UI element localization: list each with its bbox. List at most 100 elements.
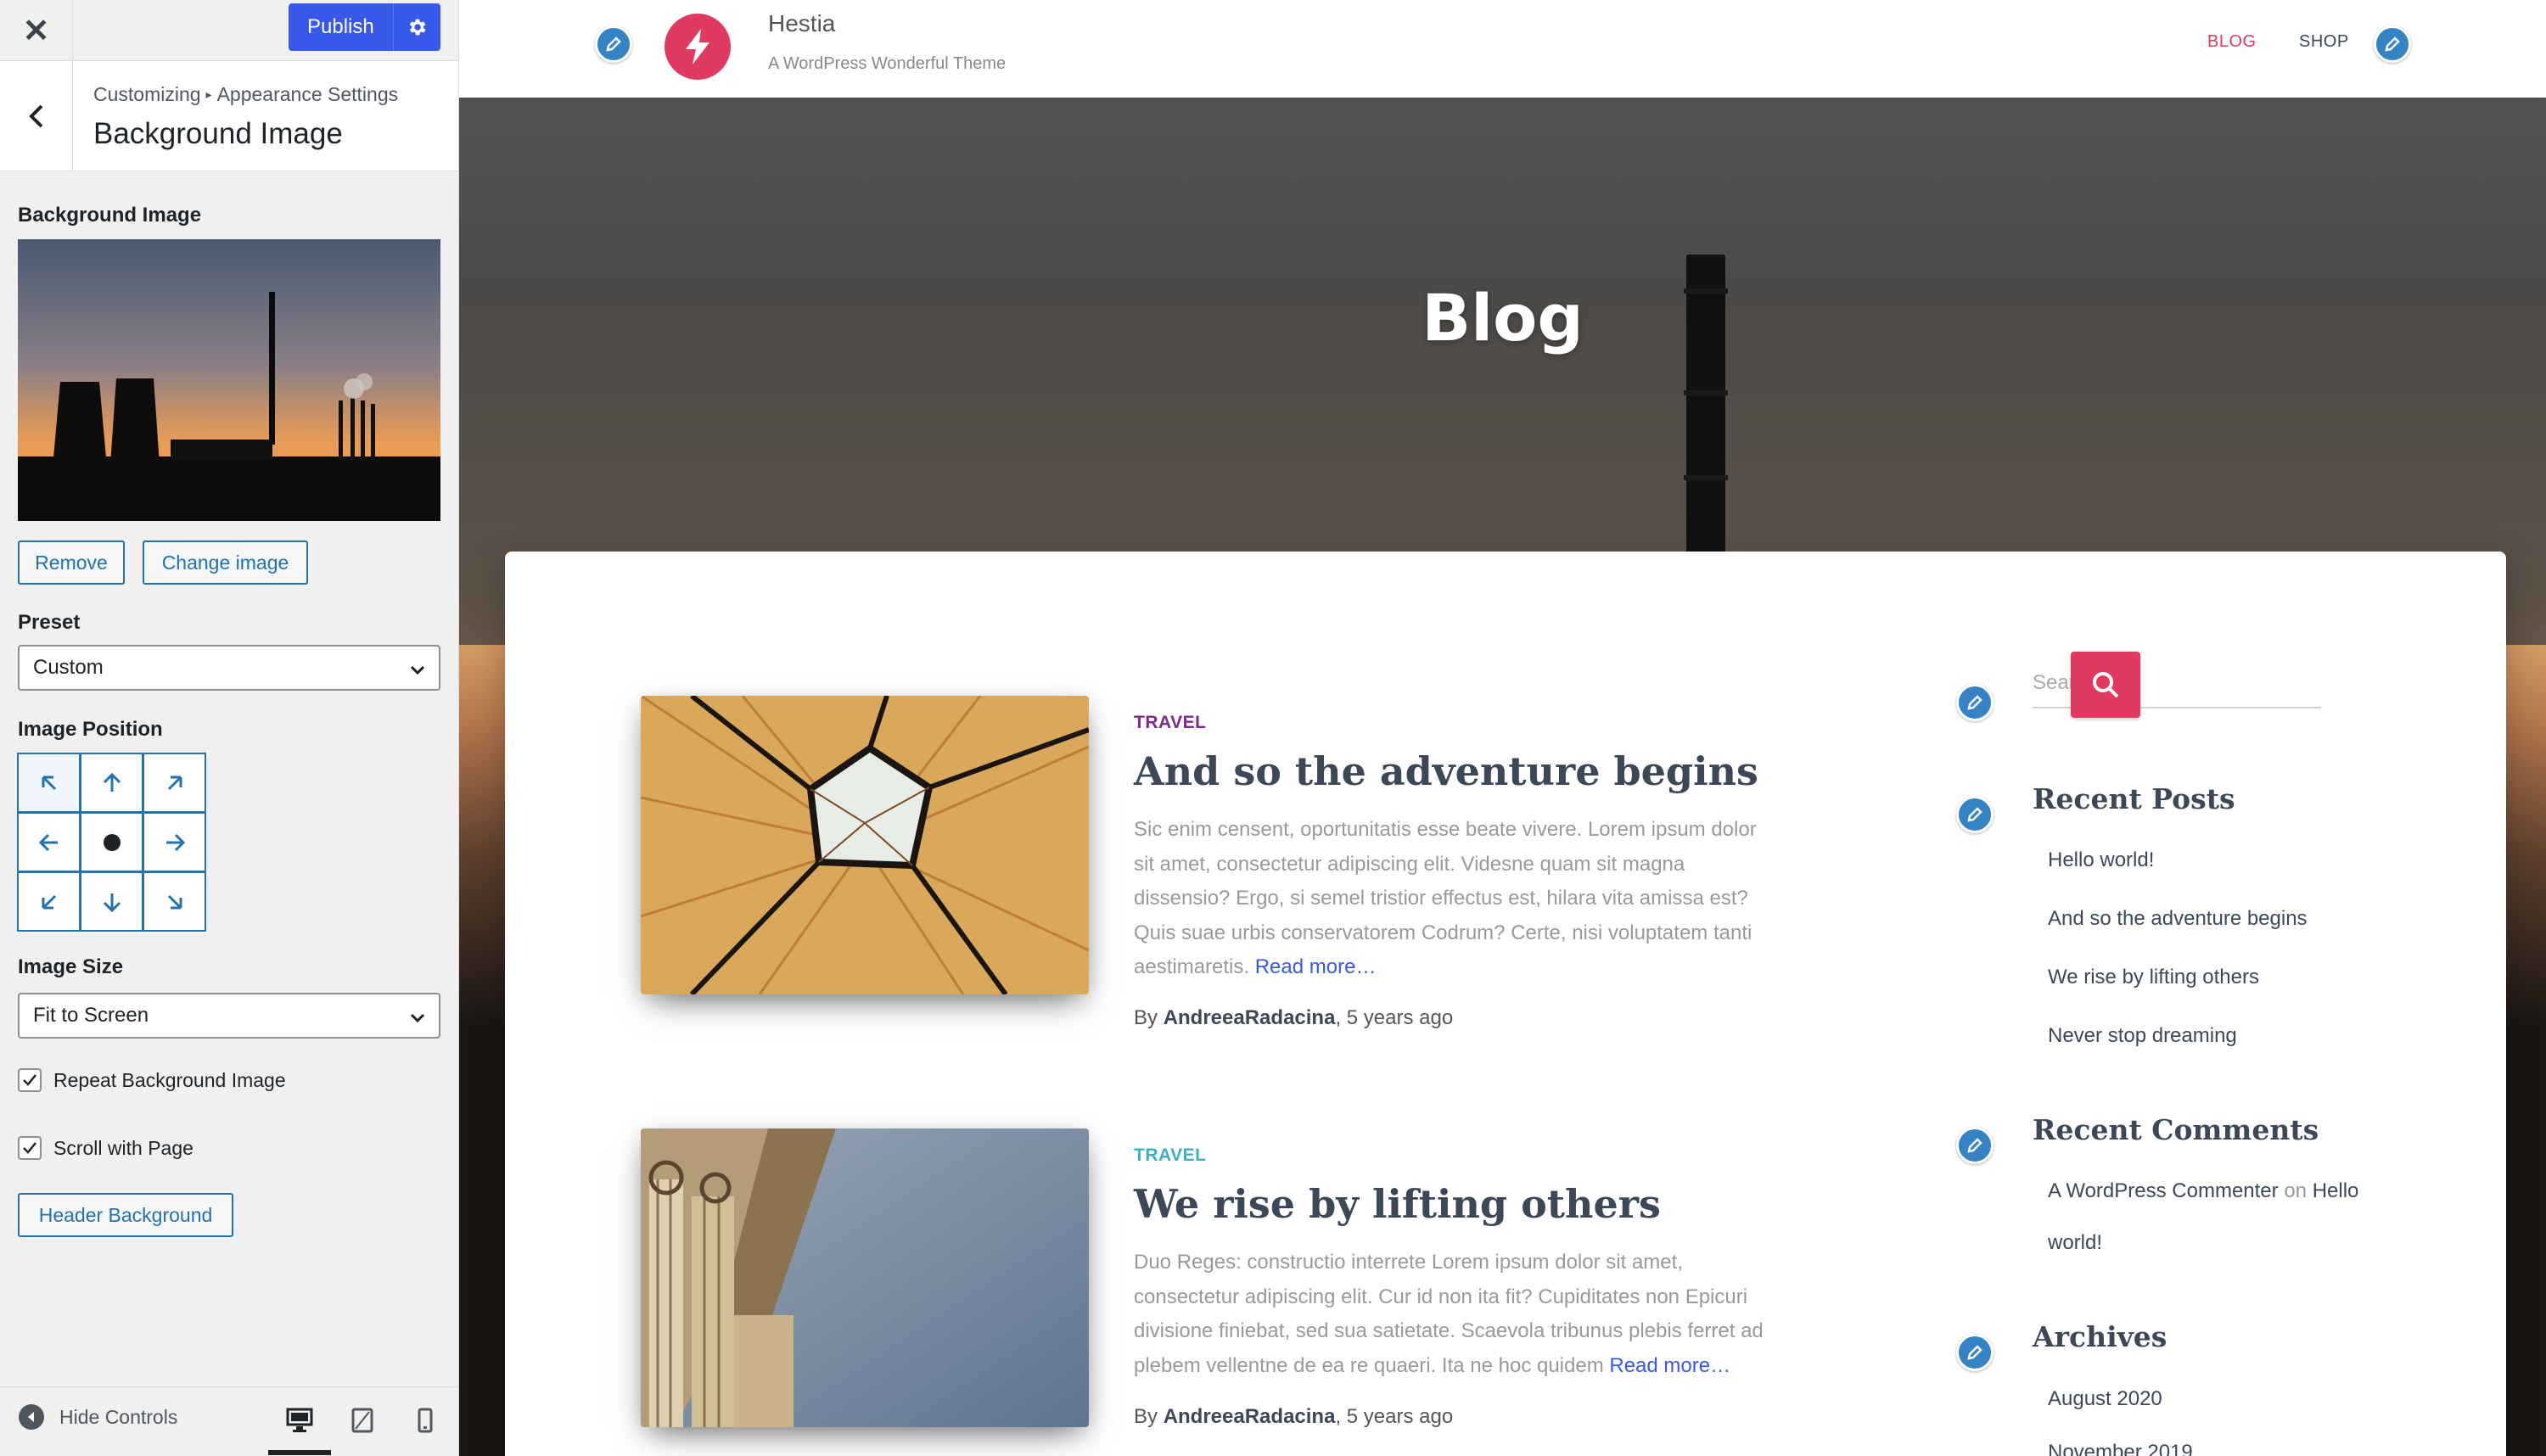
post-date: , 5 years ago bbox=[1335, 1405, 1454, 1428]
site-logo[interactable] bbox=[665, 14, 731, 80]
post-excerpt: Sic enim censent, oportunitatis esse bea… bbox=[1134, 813, 1779, 985]
preset-value: Custom bbox=[33, 656, 104, 679]
image-size-select[interactable]: Fit to Screen bbox=[18, 993, 440, 1039]
section-header: Customizing ▸ Appearance Settings Backgrou… bbox=[0, 61, 458, 171]
site-navbar: Hestia A WordPress Wonderful Theme BLOG … bbox=[459, 0, 2546, 98]
recent-post-link[interactable]: Hello world! bbox=[2048, 848, 2154, 872]
recent-post-link[interactable]: Never stop dreaming bbox=[2048, 1024, 2237, 1048]
pencil-icon bbox=[1967, 807, 1982, 822]
background-image-picture bbox=[18, 239, 440, 521]
arrow-up-icon bbox=[103, 772, 121, 792]
read-more-link[interactable]: Read more… bbox=[1255, 955, 1377, 978]
collapse-arrow-icon bbox=[19, 1404, 44, 1430]
position-top-right[interactable] bbox=[143, 753, 206, 813]
archives-title: Archives bbox=[2033, 1320, 2167, 1353]
preset-select[interactable]: Custom bbox=[18, 645, 440, 691]
repeat-background-toggle[interactable]: Repeat Background Image bbox=[18, 1068, 286, 1092]
change-image-button[interactable]: Change image bbox=[143, 540, 308, 585]
edit-shortcut-recent-posts[interactable] bbox=[1956, 796, 1994, 833]
breadcrumb-root: Customizing bbox=[93, 83, 201, 105]
post-author[interactable]: AndreeaRadacina bbox=[1164, 1006, 1336, 1029]
byline-prefix: By bbox=[1134, 1006, 1158, 1029]
post-thumbnail[interactable] bbox=[641, 696, 1089, 994]
position-center-right[interactable] bbox=[143, 812, 206, 872]
post-category[interactable]: TRAVEL bbox=[1134, 1145, 1206, 1166]
search-icon bbox=[2093, 672, 2119, 698]
comment-post-link[interactable]: Hello bbox=[2313, 1179, 2359, 1202]
comment-author-link[interactable]: A WordPress Commenter bbox=[2048, 1179, 2279, 1202]
nav-link-blog[interactable]: BLOG bbox=[2207, 32, 2257, 52]
recent-posts-title: Recent Posts bbox=[2033, 782, 2235, 815]
post-title[interactable]: And so the adventure begins bbox=[1134, 748, 1758, 794]
excerpt-line: sit amet, consectetur adipiscing elit. V… bbox=[1134, 852, 1685, 876]
image-position-label: Image Position bbox=[18, 718, 163, 741]
desktop-icon bbox=[286, 1408, 313, 1432]
pencil-icon bbox=[1967, 1138, 1982, 1153]
arrow-down-icon bbox=[103, 893, 121, 912]
post-byline: By AndreeaRadacina, 5 years ago bbox=[1134, 1405, 1453, 1429]
post-byline: By AndreeaRadacina, 5 years ago bbox=[1134, 1006, 1453, 1030]
publish-settings-button[interactable] bbox=[392, 3, 440, 51]
customizer-sidebar: ✕ Publish Customizing ▸ Appearance Setting… bbox=[0, 0, 459, 1456]
position-center-left[interactable] bbox=[17, 812, 81, 872]
customizer-header: ✕ Publish bbox=[0, 0, 458, 61]
post-author[interactable]: AndreeaRadacina bbox=[1164, 1405, 1336, 1428]
site-title[interactable]: Hestia bbox=[768, 10, 835, 37]
recent-post-link[interactable]: And so the adventure begins bbox=[2048, 907, 2308, 931]
background-image-thumbnail[interactable] bbox=[18, 239, 440, 521]
edit-shortcut-menu[interactable] bbox=[2374, 25, 2411, 63]
post-thumbnail[interactable] bbox=[641, 1128, 1089, 1427]
checkmark-icon bbox=[23, 1142, 36, 1154]
breadcrumb-section: Appearance Settings bbox=[216, 83, 399, 105]
position-bottom-right[interactable] bbox=[143, 871, 206, 932]
header-background-button[interactable]: Header Background bbox=[18, 1193, 233, 1237]
post-excerpt: Duo Reges: constructio interrete Lorem i… bbox=[1134, 1246, 1779, 1383]
archive-link[interactable]: November 2019 bbox=[2048, 1441, 2193, 1456]
position-center[interactable] bbox=[80, 812, 143, 872]
pencil-icon bbox=[1967, 1345, 1982, 1360]
search-widget: Search … bbox=[1997, 649, 2343, 715]
mobile-icon bbox=[418, 1408, 433, 1433]
position-bottom-left[interactable] bbox=[17, 871, 81, 932]
edit-shortcut-search[interactable] bbox=[1956, 684, 1994, 721]
comment-post-link-cont[interactable]: world! bbox=[2048, 1231, 2102, 1255]
publish-group: Publish bbox=[289, 3, 440, 51]
device-desktop-button[interactable] bbox=[268, 1403, 331, 1455]
archive-link[interactable]: August 2020 bbox=[2048, 1387, 2162, 1411]
close-customizer-button[interactable]: ✕ bbox=[0, 0, 73, 61]
position-top-left[interactable] bbox=[17, 753, 81, 813]
device-mobile-button[interactable] bbox=[394, 1403, 457, 1455]
post-category[interactable]: TRAVEL bbox=[1134, 713, 1206, 733]
tablet-icon bbox=[351, 1408, 373, 1433]
excerpt-line: Duo Reges: constructio interrete Lorem i… bbox=[1134, 1251, 1683, 1274]
scroll-checkbox[interactable] bbox=[18, 1136, 42, 1160]
pencil-icon bbox=[2385, 36, 2400, 52]
repeat-checkbox[interactable] bbox=[18, 1068, 42, 1092]
search-button[interactable] bbox=[2071, 652, 2140, 718]
edit-shortcut-recent-comments[interactable] bbox=[1956, 1127, 1994, 1164]
arrow-down-right-icon bbox=[167, 894, 182, 909]
edit-shortcut-archives[interactable] bbox=[1956, 1334, 1994, 1371]
repeat-label: Repeat Background Image bbox=[53, 1068, 286, 1091]
excerpt-line: consectetur adipiscing elit. Cur id non … bbox=[1134, 1285, 1748, 1308]
scroll-with-page-toggle[interactable]: Scroll with Page bbox=[18, 1136, 193, 1160]
pencil-icon bbox=[1967, 695, 1982, 710]
publish-button[interactable]: Publish bbox=[289, 3, 393, 51]
edit-shortcut-logo[interactable] bbox=[595, 25, 632, 63]
position-bottom-center[interactable] bbox=[80, 871, 143, 932]
chevron-down-icon bbox=[410, 665, 425, 675]
excerpt-line: Sic enim censent, oportunitatis esse bea… bbox=[1134, 818, 1757, 841]
excerpt-line: Quis suae urbis conservatorem Codrum? Ce… bbox=[1134, 921, 1752, 944]
dot-icon bbox=[103, 833, 121, 851]
position-top-center[interactable] bbox=[80, 753, 143, 813]
device-tablet-button[interactable] bbox=[331, 1403, 394, 1455]
remove-image-button[interactable]: Remove bbox=[18, 540, 125, 585]
back-button[interactable] bbox=[0, 61, 73, 171]
arrow-right-icon bbox=[165, 833, 185, 851]
nav-link-shop[interactable]: SHOP bbox=[2299, 32, 2349, 52]
post-title[interactable]: We rise by lifting others bbox=[1134, 1181, 1661, 1227]
chevron-left-icon bbox=[28, 104, 42, 128]
read-more-link[interactable]: Read more… bbox=[1609, 1354, 1730, 1377]
hide-controls-button[interactable]: Hide Controls bbox=[19, 1404, 177, 1430]
recent-post-link[interactable]: We rise by lifting others bbox=[2048, 966, 2259, 989]
